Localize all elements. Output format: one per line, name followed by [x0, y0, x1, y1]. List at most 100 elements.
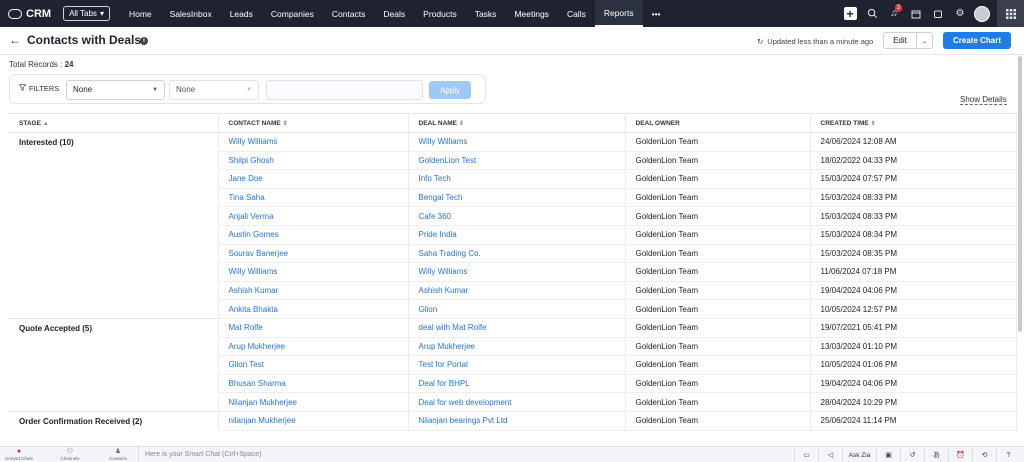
- contacts-button[interactable]: ♟ Contacts: [103, 448, 133, 461]
- alarm-clock-icon[interactable]: ⏰: [948, 448, 972, 462]
- nav-right-tools: + ♫ 3 ⚙: [839, 0, 1024, 27]
- nav-tab-calls[interactable]: Calls: [558, 0, 595, 27]
- all-tabs-dropdown[interactable]: All Tabs ▾: [63, 6, 110, 21]
- contact-name-link[interactable]: Sourav Banerjee: [229, 249, 289, 258]
- deal-name-link[interactable]: Willy Williams: [419, 267, 468, 276]
- nav-tab-companies[interactable]: Companies: [262, 0, 323, 27]
- nav-tab-home[interactable]: Home: [120, 0, 161, 27]
- channels-button[interactable]: ⚇ Channels: [55, 448, 85, 461]
- contact-name-link[interactable]: Bhusan Sharma: [229, 379, 286, 388]
- column-header-contact-name[interactable]: CONTACT NAME ⇕: [218, 113, 409, 133]
- calendar-icon[interactable]: [905, 0, 927, 27]
- nav-tab-tasks[interactable]: Tasks: [466, 0, 506, 27]
- show-details-link[interactable]: Show Details: [960, 95, 1007, 105]
- filter-value-input[interactable]: [266, 80, 423, 100]
- deal-name-link[interactable]: Info Tech: [419, 174, 451, 183]
- notes-icon[interactable]: ▣: [876, 448, 900, 462]
- translate-icon[interactable]: あ: [924, 448, 948, 462]
- unread-chats-button[interactable]: ● Unread Chats: [4, 448, 34, 461]
- nav-tab-contacts[interactable]: Contacts: [323, 0, 375, 27]
- contact-name-link[interactable]: Shilpi Ghosh: [229, 156, 274, 165]
- deal-name-link[interactable]: Deal for web development: [419, 398, 512, 407]
- crm-logo-icon: [8, 8, 22, 19]
- smart-chat-input[interactable]: Here is your Smart Chat (Ctrl+Space): [138, 447, 778, 462]
- deal-name-link[interactable]: Test for Portal: [419, 360, 468, 369]
- chat-icon[interactable]: ▭: [794, 448, 818, 462]
- create-button[interactable]: +: [839, 0, 861, 27]
- deal-name-link[interactable]: Cafe 360: [419, 212, 451, 221]
- contact-name-link[interactable]: Arup Mukherjee: [229, 342, 285, 351]
- contact-name-link[interactable]: Willy Williams: [229, 267, 278, 276]
- notification-badge: 3: [894, 4, 902, 12]
- column-header-created-time[interactable]: CREATED TIME ⇕: [810, 113, 1017, 133]
- user-avatar[interactable]: [971, 0, 993, 27]
- channels-icon: ⚇: [66, 448, 74, 455]
- nav-tab-deals[interactable]: Deals: [374, 0, 414, 27]
- chevron-down-icon: ⌄: [921, 37, 928, 45]
- nav-tab-reports[interactable]: Reports: [594, 0, 643, 27]
- channels-label: Channels: [60, 456, 80, 461]
- contact-name-link[interactable]: Anjali Verma: [229, 212, 274, 221]
- undo-icon[interactable]: ↺: [900, 448, 924, 462]
- history-icon[interactable]: ⟲: [972, 448, 996, 462]
- all-tabs-label: All Tabs: [69, 9, 97, 18]
- contact-name-link[interactable]: Willy Williams: [229, 137, 278, 146]
- deal-name-link[interactable]: deal with Mat Rolfe: [419, 323, 487, 332]
- column-header-stage[interactable]: STAGE ▲: [9, 113, 219, 133]
- announcement-icon[interactable]: ◁: [818, 448, 842, 462]
- nav-tab-meetings[interactable]: Meetings: [505, 0, 558, 27]
- nav-tab-products[interactable]: Products: [414, 0, 466, 27]
- created-time-cell: 13/03/2024 01:10 PM: [810, 337, 1017, 357]
- filter-field-select[interactable]: None ▼: [66, 80, 165, 100]
- crm-logo[interactable]: CRM: [8, 8, 51, 20]
- contact-name-link[interactable]: Mat Rolfe: [229, 323, 263, 332]
- info-icon[interactable]: i: [140, 37, 148, 45]
- deal-name-link[interactable]: Glion: [419, 305, 438, 314]
- vertical-scrollbar[interactable]: [1018, 56, 1022, 332]
- created-time-cell: 11/06/2024 07:18 PM: [810, 262, 1017, 282]
- deal-name-link[interactable]: GoldenLion Test: [419, 156, 477, 165]
- contact-name-link[interactable]: Tina Saha: [229, 193, 265, 202]
- deal-name-link[interactable]: Nilanjan bearings Pvt Ltd: [419, 416, 508, 425]
- edit-button[interactable]: Edit: [883, 32, 917, 49]
- contact-name-link[interactable]: Glion Test: [229, 360, 264, 369]
- deal-name-link[interactable]: Pride India: [419, 230, 457, 239]
- edit-options-dropdown[interactable]: ⌄: [917, 32, 933, 49]
- notifications-button[interactable]: ♫ 3: [883, 0, 905, 27]
- deal-name-link[interactable]: Willy Williams: [419, 137, 468, 146]
- back-arrow-icon[interactable]: ←: [9, 33, 21, 47]
- apps-grid-icon[interactable]: [997, 0, 1024, 27]
- deal-name-link[interactable]: Saha Trading Co.: [419, 249, 481, 258]
- help-icon[interactable]: ?: [996, 448, 1020, 462]
- nav-tab-salesinbox[interactable]: SalesInbox: [161, 0, 221, 27]
- created-time-cell: 25/06/2024 11:14 PM: [810, 411, 1017, 431]
- create-chart-button[interactable]: Create Chart: [943, 32, 1011, 49]
- deal-owner-cell: GoldenLion Team: [625, 169, 811, 189]
- contact-name-link[interactable]: Nilanjan Mukherjee: [229, 398, 297, 407]
- deal-name-link[interactable]: Bengal Tech: [419, 193, 463, 202]
- filter-operator-select[interactable]: None ▼: [169, 80, 259, 100]
- sort-icon: ⇕: [459, 120, 465, 127]
- column-header-deal-name[interactable]: DEAL NAME ⇕: [408, 113, 626, 133]
- contact-name-link[interactable]: Ankita Bhakta: [229, 305, 278, 314]
- nav-tab-leads[interactable]: Leads: [221, 0, 262, 27]
- apply-filter-button[interactable]: Apply: [429, 81, 471, 99]
- deal-name-link[interactable]: Arup Mukherjee: [419, 342, 475, 351]
- more-tabs-button[interactable]: •••: [643, 0, 670, 27]
- contact-name-link[interactable]: nilanjan Mukherjee: [229, 416, 296, 425]
- contact-name-link[interactable]: Jane Doe: [229, 174, 263, 183]
- settings-gear-icon[interactable]: ⚙: [949, 0, 971, 27]
- deal-name-link[interactable]: Ashish Kumar: [419, 286, 469, 295]
- refresh-icon[interactable]: ↻: [757, 37, 763, 46]
- caret-down-icon: ▼: [152, 87, 158, 93]
- deal-owner-cell: GoldenLion Team: [625, 206, 811, 226]
- search-icon[interactable]: [861, 0, 883, 27]
- contact-name-link[interactable]: Ashish Kumar: [229, 286, 279, 295]
- deal-owner-cell: GoldenLion Team: [625, 392, 811, 412]
- sort-icon: ⇕: [870, 120, 876, 127]
- ask-zia-button[interactable]: Ask Zia: [842, 448, 876, 462]
- table-row: Quote Accepted (5) Mat Rolfe deal with M…: [9, 317, 1017, 412]
- contact-name-link[interactable]: Austin Gomes: [229, 230, 279, 239]
- marketplace-icon[interactable]: [927, 0, 949, 27]
- deal-name-link[interactable]: Deal for BHPL: [419, 379, 470, 388]
